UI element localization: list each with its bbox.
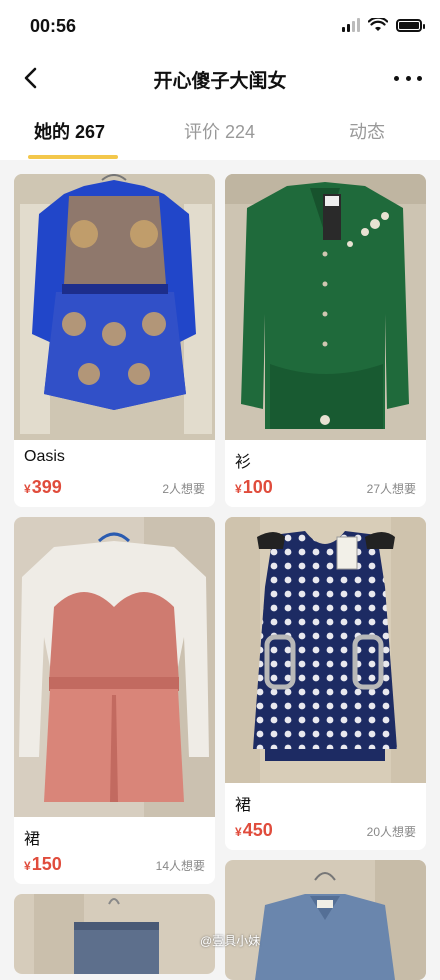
more-options-icon[interactable] bbox=[394, 66, 422, 90]
product-image bbox=[225, 860, 426, 980]
product-image bbox=[225, 517, 426, 783]
product-image bbox=[14, 894, 215, 974]
tab-activity[interactable]: 动态 bbox=[349, 118, 385, 144]
listing-card[interactable]: 裙 ¥150 14人想要 bbox=[14, 517, 215, 884]
listing-card[interactable]: Oasis ¥399 2人想要 bbox=[14, 174, 215, 507]
product-image bbox=[225, 174, 426, 440]
profile-tabs: 她的 267 评价 224 动态 bbox=[0, 104, 440, 160]
listing-card[interactable]: 衫 ¥100 27人想要 bbox=[225, 174, 426, 507]
listing-price: ¥100 bbox=[235, 477, 273, 497]
listing-card[interactable] bbox=[225, 860, 426, 980]
status-bar: 00:56 bbox=[0, 0, 440, 52]
listing-title: 裙 bbox=[24, 831, 41, 848]
signal-icon bbox=[342, 18, 360, 32]
listing-card[interactable] bbox=[14, 894, 215, 974]
listing-price: ¥450 bbox=[235, 820, 273, 840]
battery-icon bbox=[396, 18, 425, 32]
status-icons bbox=[342, 18, 425, 32]
product-image bbox=[14, 174, 215, 440]
listing-wants-count: 20人想要 bbox=[366, 825, 416, 839]
listing-title: 衫 bbox=[235, 454, 252, 471]
listing-wants-count: 27人想要 bbox=[366, 482, 416, 496]
watermark: @壹具小妹 bbox=[200, 934, 261, 948]
listing-title: Oasis bbox=[24, 448, 65, 465]
page-title: 开心傻子大闺女 bbox=[153, 71, 287, 92]
listing-price: ¥399 bbox=[24, 477, 62, 497]
nav-bar: 开心傻子大闺女 bbox=[0, 52, 440, 104]
listing-price: ¥150 bbox=[24, 854, 62, 874]
listing-wants-count: 2人想要 bbox=[162, 482, 205, 496]
wifi-icon bbox=[368, 18, 388, 31]
listing-card[interactable]: 裙 ¥450 20人想要 bbox=[225, 517, 426, 850]
product-image bbox=[14, 517, 215, 817]
tab-hers[interactable]: 她的 267 bbox=[34, 118, 105, 144]
listing-wants-count: 14人想要 bbox=[155, 859, 205, 873]
status-time: 00:56 bbox=[30, 16, 77, 36]
tab-active-indicator bbox=[28, 155, 118, 159]
listing-title: 裙 bbox=[235, 797, 252, 814]
tab-reviews[interactable]: 评价 224 bbox=[184, 118, 255, 144]
